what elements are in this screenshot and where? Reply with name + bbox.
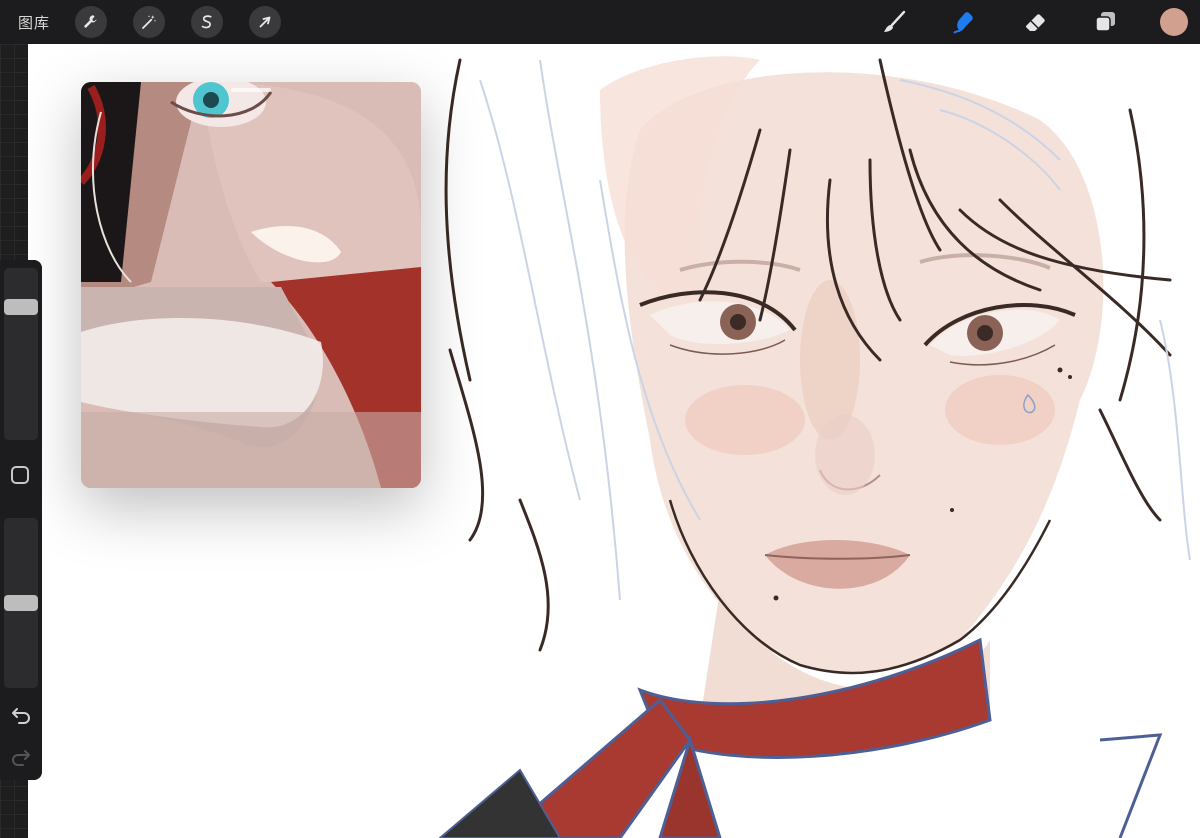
brush-opacity-slider[interactable] <box>4 518 38 688</box>
gallery-button[interactable]: 图库 <box>18 12 50 33</box>
reference-drag-handle[interactable] <box>231 88 271 92</box>
red-scarf <box>438 637 1163 838</box>
reference-image <box>81 82 421 488</box>
brush-size-thumb[interactable] <box>4 299 38 316</box>
layers-icon[interactable] <box>1090 7 1120 37</box>
wrench-icon[interactable] <box>75 6 107 38</box>
redo-icon[interactable] <box>9 744 33 768</box>
top-toolbar: 图库 <box>0 0 1200 44</box>
reference-image-panel[interactable] <box>81 82 421 488</box>
undo-icon[interactable] <box>9 702 33 726</box>
sidebar <box>0 260 42 780</box>
modify-square-icon[interactable] <box>11 466 29 484</box>
brush-opacity-thumb[interactable] <box>4 595 38 611</box>
brush-size-slider[interactable] <box>4 268 38 440</box>
smudge-icon[interactable] <box>949 7 979 37</box>
selection-s-icon[interactable] <box>191 6 223 38</box>
transform-arrow-icon[interactable] <box>249 6 281 38</box>
magic-wand-icon[interactable] <box>133 6 165 38</box>
eraser-icon[interactable] <box>1020 7 1050 37</box>
brush-icon[interactable] <box>879 7 909 37</box>
color-swatch[interactable] <box>1160 8 1188 36</box>
